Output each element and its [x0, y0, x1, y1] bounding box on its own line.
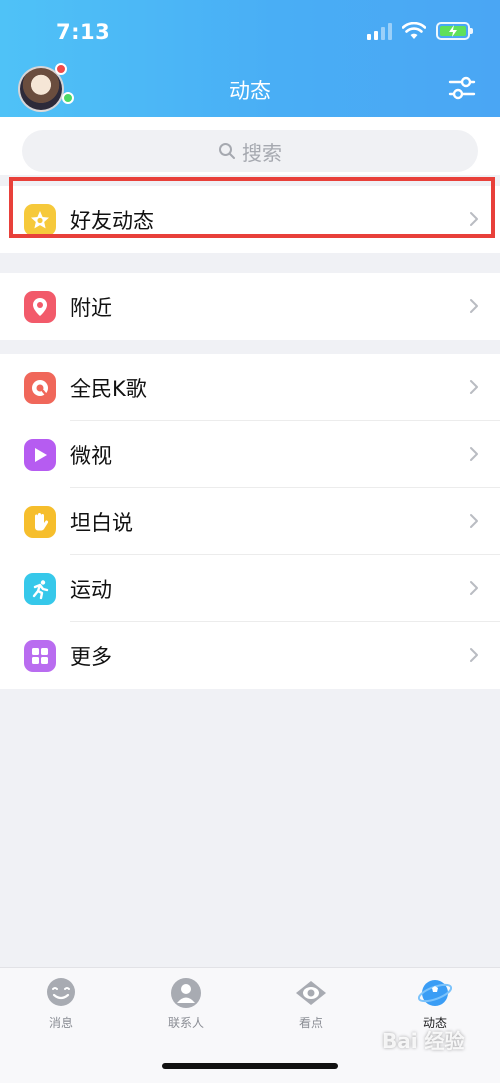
menu-item-label: 附近: [70, 295, 112, 320]
menu-item-label: 运动: [70, 577, 112, 602]
menu-item-sport[interactable]: 运动: [0, 555, 500, 622]
chevron-right-icon: [470, 648, 478, 662]
chevron-right-icon: [470, 581, 478, 595]
chevron-right-icon: [470, 299, 478, 313]
tab-label: 联系人: [167, 1016, 204, 1030]
grid-icon: [24, 639, 56, 672]
chevron-right-icon: [470, 447, 478, 461]
running-icon: [24, 572, 56, 605]
search-section: 搜索: [0, 117, 500, 175]
notification-dot: [55, 63, 67, 75]
nearby-group: 附近: [0, 273, 500, 340]
menu-item-karaoke[interactable]: 全民K歌: [0, 354, 500, 421]
planet-icon: [418, 980, 452, 1006]
menu-item-weishi[interactable]: 微视: [0, 421, 500, 488]
menu-item-confession[interactable]: 坦白说: [0, 488, 500, 555]
apps-group: 全民K歌 微视 坦白说 运动 更多: [0, 354, 500, 689]
watermark-logo: Bai 经验: [382, 1029, 465, 1053]
header-bar: 7:13 动态: [0, 0, 500, 117]
play-icon: [24, 438, 56, 471]
wifi-icon: [402, 22, 426, 39]
highlight-box: [9, 177, 495, 238]
menu-item-label: 微视: [70, 443, 112, 468]
tab-messages[interactable]: 消息: [21, 976, 101, 1031]
tab-feed[interactable]: 动态: [395, 976, 475, 1031]
tab-label: 消息: [48, 1016, 73, 1030]
search-icon: [219, 143, 235, 159]
status-time: 7:13: [56, 20, 111, 44]
search-placeholder: 搜索: [242, 140, 282, 165]
message-icon: [47, 978, 75, 1006]
tab-label: 看点: [298, 1016, 323, 1030]
chevron-right-icon: [470, 514, 478, 528]
menu-item-label: 更多: [70, 644, 112, 669]
page-title: 动态: [229, 79, 271, 103]
home-indicator[interactable]: [162, 1063, 338, 1069]
search-input[interactable]: 搜索: [22, 130, 478, 172]
menu-item-more[interactable]: 更多: [0, 622, 500, 689]
hand-icon: [24, 505, 56, 538]
eye-icon: [296, 981, 326, 1005]
menu-item-label: 全民K歌: [70, 376, 147, 401]
tab-discover[interactable]: 看点: [271, 976, 351, 1031]
status-indicators: [367, 22, 473, 40]
menu-item-nearby[interactable]: 附近: [0, 273, 500, 340]
menu-item-label: 坦白说: [70, 510, 133, 535]
karaoke-icon: [24, 371, 56, 404]
location-pin-icon: [24, 290, 56, 323]
contacts-icon: [171, 978, 201, 1008]
tab-contacts[interactable]: 联系人: [146, 976, 226, 1031]
chevron-right-icon: [470, 380, 478, 394]
battery-icon: [436, 22, 473, 40]
settings-sliders-icon[interactable]: [448, 74, 476, 102]
signal-icon: [367, 22, 392, 40]
